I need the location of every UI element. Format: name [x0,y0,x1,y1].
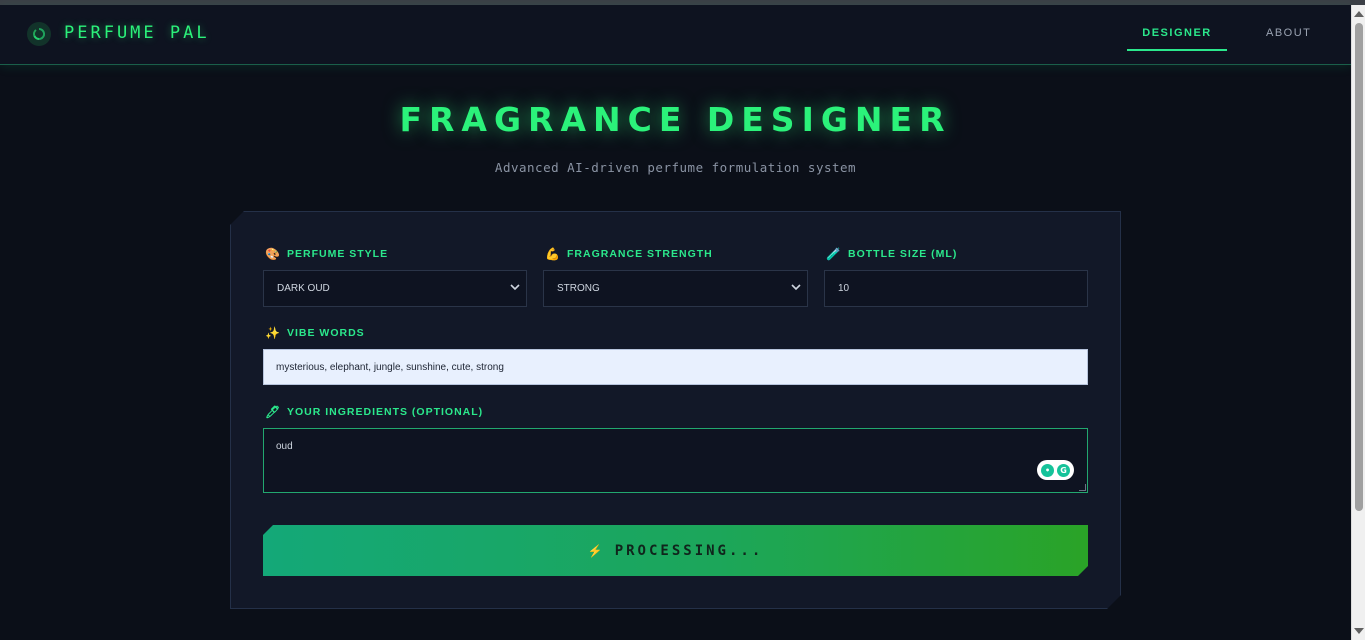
page-scrollbar[interactable] [1351,5,1365,640]
location-pin-icon: • [1041,463,1054,477]
vibe-words-label: ✨ VIBE WORDS [265,326,365,340]
chevron-down-icon [791,283,801,294]
page-title: FRAGRANCE DESIGNER [399,100,952,139]
active-tab-indicator [1127,49,1227,51]
fragrance-strength-label: 💪 FRAGRANCE STRENGTH [545,247,713,261]
ingredients-value: oud [276,441,293,452]
vibe-words-value: mysterious, elephant, jungle, sunshine, … [276,361,504,373]
sparkles-icon: ✨ [265,326,281,340]
perfume-style-label-text: PERFUME STYLE [287,248,389,260]
ingredients-label: 🖊 YOUR INGREDIENTS (OPTIONAL) [265,405,483,419]
test-tube-icon: 🖊 [265,405,282,419]
palette-icon: 🎨 [265,247,281,261]
scroll-up-arrow-icon[interactable] [1354,11,1364,17]
generate-button[interactable]: ⚡ PROCESSING... [263,525,1088,576]
fragrance-strength-select[interactable]: STRONG [543,270,808,307]
ingredients-label-text: YOUR INGREDIENTS (OPTIONAL) [287,406,484,418]
bottle-icon: 🧪 [826,247,842,261]
grammarly-icon: G [1057,463,1070,477]
bottle-size-label: 🧪 BOTTLE SIZE (ML) [826,247,957,261]
nav-about[interactable]: ABOUT [1266,27,1311,39]
page-subtitle: Advanced AI-driven perfume formulation s… [494,160,857,175]
lightning-icon: ⚡ [587,543,603,558]
bottle-size-value: 10 [838,283,850,294]
spinner-icon [27,22,51,46]
fragrance-strength-label-text: FRAGRANCE STRENGTH [567,248,713,260]
perfume-style-value: DARK OUD [277,283,330,294]
chevron-down-icon [510,283,520,294]
nav-designer[interactable]: DESIGNER [1127,27,1227,39]
scroll-down-arrow-icon[interactable] [1354,628,1364,634]
fragrance-strength-value: STRONG [557,283,600,294]
flexed-bicep-icon: 💪 [545,247,561,261]
ingredients-textarea[interactable]: oud [263,428,1088,493]
bottle-size-input[interactable]: 10 [824,270,1088,307]
vibe-words-label-text: VIBE WORDS [287,327,365,339]
resize-handle-icon[interactable] [1079,484,1086,491]
bottle-size-label-text: BOTTLE SIZE (ML) [848,248,958,260]
perfume-style-select[interactable]: DARK OUD [263,270,527,307]
brand-logo[interactable]: PERFUME PAL [64,23,210,43]
vibe-words-input[interactable]: mysterious, elephant, jungle, sunshine, … [263,349,1088,385]
generate-button-label: PROCESSING... [614,542,764,559]
navbar: PERFUME PAL DESIGNER ABOUT [0,5,1351,65]
perfume-style-label: 🎨 PERFUME STYLE [265,247,388,261]
scroll-thumb[interactable] [1355,23,1363,511]
grammar-assistant-widget[interactable]: • G [1037,460,1074,480]
